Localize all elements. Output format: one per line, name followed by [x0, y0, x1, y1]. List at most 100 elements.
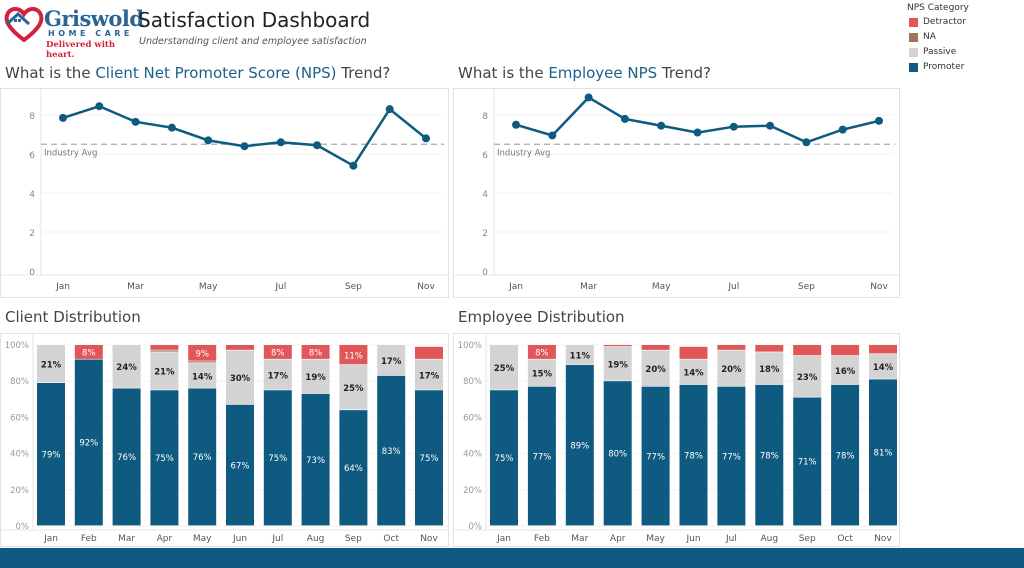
data-label: 77%: [532, 452, 551, 462]
x-tick-label: Nov: [870, 282, 888, 292]
y-tick-label: 0: [482, 268, 488, 278]
bar-segment-detractor: [831, 345, 860, 356]
legend-item-na[interactable]: NA: [909, 32, 936, 42]
logo-tagline: HOME CARE: [48, 29, 133, 38]
x-tick-label: May: [199, 282, 218, 292]
data-label: 79%: [42, 451, 61, 461]
bar-segment-na: [150, 350, 179, 352]
legend-item-detractor[interactable]: Detractor: [909, 17, 966, 27]
heart-house-icon: [4, 7, 44, 42]
x-tick-label: Mar: [118, 534, 135, 544]
data-point: [838, 125, 847, 134]
x-tick-label: Jan: [496, 534, 511, 544]
data-label: 75%: [420, 454, 439, 464]
y-tick-label: 0%: [469, 522, 483, 532]
x-tick-label: Sep: [799, 534, 816, 544]
data-label: 17%: [419, 371, 440, 381]
x-tick-label: Jul: [274, 282, 286, 292]
data-point: [802, 138, 811, 147]
data-point: [131, 117, 140, 126]
data-label: 11%: [570, 351, 591, 361]
x-tick-label: Jan: [508, 282, 523, 292]
x-tick-label: Nov: [874, 534, 892, 544]
y-tick-label: 8: [482, 112, 488, 122]
x-tick-label: May: [652, 282, 671, 292]
data-label: 80%: [608, 450, 627, 460]
data-point: [240, 142, 249, 151]
bar-segment-detractor: [415, 346, 443, 359]
bar-segment-detractor: [641, 345, 670, 350]
y-tick-label: 60%: [463, 413, 482, 423]
bar-segment-detractor: [717, 345, 746, 350]
data-label: 77%: [646, 452, 665, 462]
x-tick-label: Mar: [127, 282, 144, 292]
data-label: 78%: [760, 451, 779, 461]
data-label: 78%: [684, 451, 703, 461]
data-point: [59, 113, 67, 122]
y-tick-label: 8: [29, 112, 35, 122]
page-subtitle: Understanding client and employee satisf…: [139, 36, 367, 47]
data-label: 83%: [382, 447, 401, 457]
data-label: 25%: [494, 364, 515, 374]
swatch: [909, 17, 918, 27]
x-tick-label: May: [646, 534, 665, 544]
x-tick-label: Nov: [417, 282, 435, 292]
industry-avg-label: Industry Avg: [44, 148, 97, 158]
data-point: [548, 131, 557, 140]
x-tick-label: Jul: [727, 282, 739, 292]
data-label: 76%: [117, 453, 136, 463]
data-label: 64%: [344, 464, 363, 474]
bar-segment-detractor: [793, 345, 822, 356]
y-tick-label: 4: [482, 190, 488, 200]
data-label: 9%: [195, 350, 209, 360]
data-label: 15%: [532, 370, 553, 380]
y-tick-label: 6: [482, 151, 488, 161]
bar-segment-detractor: [603, 345, 632, 347]
data-label: 21%: [41, 361, 62, 371]
data-point: [385, 105, 394, 114]
griswold-logo: Griswold HOME CARE Delivered with heart.: [4, 4, 144, 60]
data-label: 8%: [309, 349, 323, 359]
x-tick-label: Jan: [55, 282, 70, 292]
x-tick-label: Oct: [383, 534, 399, 544]
x-tick-label: May: [193, 534, 212, 544]
data-label: 25%: [343, 384, 364, 394]
y-tick-label: 100%: [458, 341, 482, 351]
data-point: [620, 114, 629, 123]
employee-nps-line-chart[interactable]: 0 2 4 6 8 Jan Mar May Jul Sep Nov Industry Avg: [453, 88, 900, 298]
data-label: 81%: [874, 449, 893, 459]
client-nps-line-chart[interactable]: 0 2 4 6 8 Jan Mar May Jul Sep Nov Industry Avg: [0, 88, 449, 298]
x-tick-label: Jan: [43, 534, 58, 544]
data-label: 77%: [722, 452, 741, 462]
data-label: 75%: [495, 454, 514, 464]
data-label: 92%: [79, 439, 98, 449]
legend-title: NPS Category: [907, 3, 969, 13]
data-point: [276, 138, 285, 147]
x-tick-label: Aug: [307, 534, 325, 544]
bar-segment-na: [188, 361, 217, 363]
y-tick-label: 40%: [10, 450, 29, 460]
x-tick-label: Jun: [685, 534, 700, 544]
data-label: 17%: [268, 371, 289, 381]
client-dist-title: Client Distribution: [5, 308, 141, 326]
client-distribution-bar-chart[interactable]: 0% 20% 40% 60% 80% 100% 79% 21% Jan 92% 8% Feb 76% 24…: [0, 333, 449, 547]
swatch: [909, 32, 918, 42]
data-point: [693, 128, 702, 137]
data-label: 8%: [535, 349, 549, 359]
employee-distribution-bar-chart[interactable]: 0% 20% 40% 60% 80% 100% 75% 25% Jan 77% 15% 8% Feb 89…: [453, 333, 900, 547]
data-label: 71%: [798, 458, 817, 468]
data-point: [875, 116, 883, 125]
legend-item-passive[interactable]: Passive: [909, 47, 956, 57]
employee-trend-title: What is the Employee NPS Trend?: [458, 64, 711, 82]
page-title: Satisfaction Dashboard: [138, 8, 371, 32]
bar-segment-detractor: [755, 345, 784, 352]
y-tick-label: 80%: [463, 377, 482, 387]
legend-item-promoter[interactable]: Promoter: [909, 62, 964, 72]
client-trend-title: What is the Client Net Promoter Score (N…: [5, 64, 391, 82]
x-tick-label: Jul: [725, 534, 737, 544]
y-tick-label: 4: [29, 190, 35, 200]
y-tick-label: 20%: [463, 486, 482, 496]
bar-segment-detractor: [150, 345, 179, 350]
data-label: 8%: [271, 349, 285, 359]
x-tick-label: Sep: [345, 282, 362, 292]
